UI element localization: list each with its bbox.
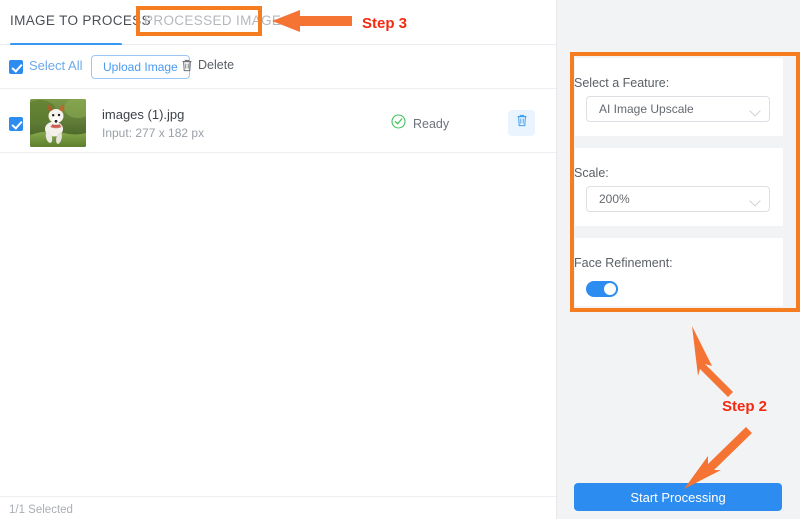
check-circle-icon bbox=[391, 114, 406, 134]
face-refinement-label: Face Refinement: bbox=[574, 256, 673, 270]
list-footer bbox=[0, 496, 556, 519]
scale-select-value: 200% bbox=[599, 192, 630, 206]
scale-label: Scale: bbox=[574, 166, 609, 180]
status-badge: Ready bbox=[391, 114, 449, 134]
upload-image-button[interactable]: Upload Image bbox=[91, 55, 190, 79]
tab-bar: IMAGE TO PROCESS PROCESSED IMAGE bbox=[0, 0, 556, 46]
row-checkbox[interactable] bbox=[9, 117, 23, 131]
list-toolbar bbox=[0, 45, 556, 89]
app-root: IMAGE TO PROCESS PROCESSED IMAGE Select … bbox=[0, 0, 800, 519]
feature-label: Select a Feature: bbox=[574, 76, 670, 90]
trash-icon bbox=[516, 114, 528, 132]
chevron-down-icon bbox=[749, 195, 761, 207]
selection-count: 1/1 Selected bbox=[9, 504, 73, 516]
delete-button[interactable]: Delete bbox=[181, 58, 234, 72]
tab-image-to-process[interactable]: IMAGE TO PROCESS bbox=[10, 13, 151, 28]
delete-label: Delete bbox=[198, 58, 235, 72]
trash-icon bbox=[181, 59, 193, 72]
select-all-checkbox[interactable] bbox=[9, 60, 23, 74]
tab-processed-image[interactable]: PROCESSED IMAGE bbox=[144, 13, 281, 28]
row-delete-button[interactable] bbox=[508, 110, 535, 136]
feature-select-value: AI Image Upscale bbox=[599, 102, 694, 116]
image-list-pane: IMAGE TO PROCESS PROCESSED IMAGE Select … bbox=[0, 0, 556, 519]
file-input-dimensions: Input: 277 x 182 px bbox=[102, 126, 205, 140]
feature-select[interactable]: AI Image Upscale bbox=[586, 96, 770, 122]
start-processing-button[interactable]: Start Processing bbox=[574, 483, 782, 511]
select-all-label[interactable]: Select All bbox=[29, 58, 82, 73]
image-thumbnail bbox=[30, 99, 86, 147]
chevron-down-icon bbox=[749, 105, 761, 117]
face-refinement-toggle[interactable] bbox=[586, 281, 618, 297]
scale-select[interactable]: 200% bbox=[586, 186, 770, 212]
status-label: Ready bbox=[413, 117, 450, 131]
file-name: images (1).jpg bbox=[102, 107, 185, 122]
